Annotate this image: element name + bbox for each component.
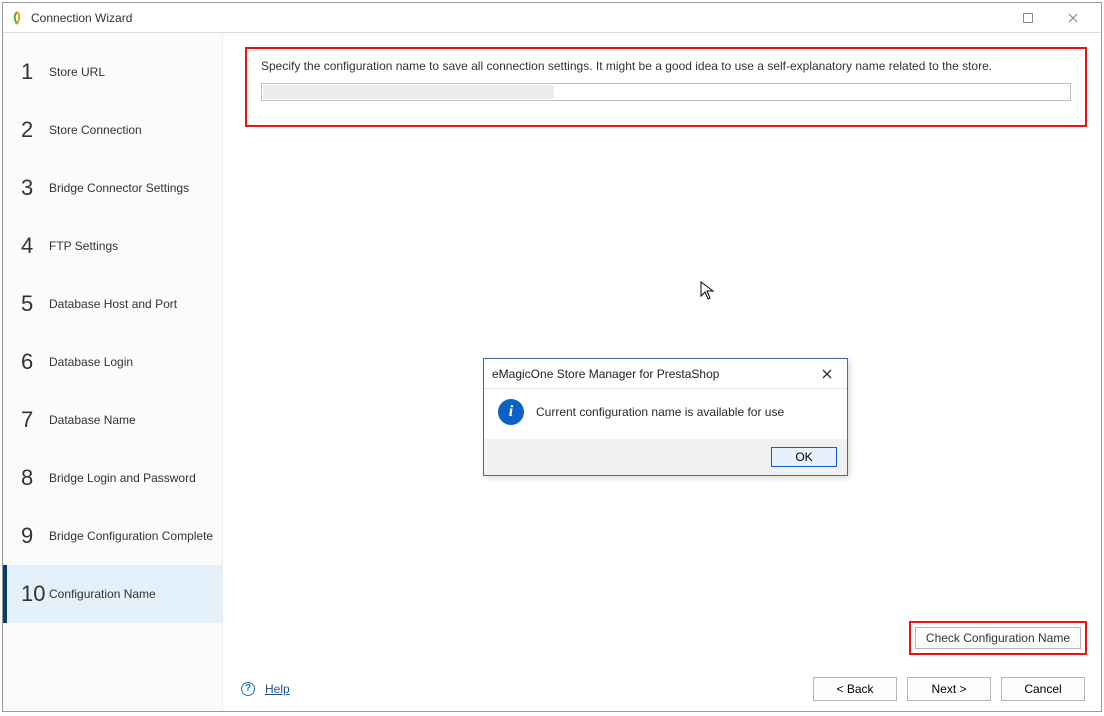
step-label: Configuration Name [49,587,156,601]
step-label: Database Host and Port [49,297,177,311]
configuration-name-input[interactable] [261,83,1071,101]
step-label: Bridge Configuration Complete [49,529,213,543]
maximize-button[interactable] [1005,4,1050,32]
info-dialog: eMagicOne Store Manager for PrestaShop i… [483,358,848,476]
dialog-titlebar: eMagicOne Store Manager for PrestaShop [484,359,847,389]
step-label: Database Login [49,355,133,369]
step-number: 4 [21,233,43,259]
highlight-config-name-area: Specify the configuration name to save a… [245,47,1087,127]
help-link[interactable]: Help [265,682,290,696]
step-label: Bridge Login and Password [49,471,196,485]
wizard-window: Connection Wizard 1 Store URL 2 Store Co… [2,2,1102,712]
step-ftp-settings[interactable]: 4 FTP Settings [3,217,222,275]
step-label: FTP Settings [49,239,118,253]
step-label: Database Name [49,413,136,427]
step-number: 2 [21,117,43,143]
step-bridge-connector-settings[interactable]: 3 Bridge Connector Settings [3,159,222,217]
help-icon: ? [241,682,255,696]
step-label: Store Connection [49,123,142,137]
highlight-check-button: Check Configuration Name [909,621,1087,655]
step-store-url[interactable]: 1 Store URL [3,43,222,101]
step-number: 9 [21,523,43,549]
next-button[interactable]: Next > [907,677,991,701]
cancel-button[interactable]: Cancel [1001,677,1085,701]
step-database-name[interactable]: 7 Database Name [3,391,222,449]
back-button[interactable]: < Back [813,677,897,701]
info-icon: i [498,399,524,425]
step-bridge-config-complete[interactable]: 9 Bridge Configuration Complete [3,507,222,565]
check-configuration-name-button[interactable]: Check Configuration Name [915,627,1081,649]
step-store-connection[interactable]: 2 Store Connection [3,101,222,159]
step-label: Bridge Connector Settings [49,181,189,195]
step-number: 7 [21,407,43,433]
close-button[interactable] [1050,4,1095,32]
dialog-title: eMagicOne Store Manager for PrestaShop [492,367,719,381]
step-number: 3 [21,175,43,201]
step-number: 6 [21,349,43,375]
input-redacted-fill [263,85,554,99]
step-bridge-login-password[interactable]: 8 Bridge Login and Password [3,449,222,507]
step-number: 1 [21,59,43,85]
step-database-host-port[interactable]: 5 Database Host and Port [3,275,222,333]
wizard-steps-sidebar: 1 Store URL 2 Store Connection 3 Bridge … [3,33,223,711]
step-number: 10 [21,581,43,607]
step-number: 8 [21,465,43,491]
step-database-login[interactable]: 6 Database Login [3,333,222,391]
dialog-close-button[interactable] [815,362,839,386]
titlebar: Connection Wizard [3,3,1101,33]
step-label: Store URL [49,65,105,79]
step-configuration-name[interactable]: 10 Configuration Name [3,565,222,623]
wizard-footer: ? Help < Back Next > Cancel [223,667,1101,711]
instruction-text: Specify the configuration name to save a… [261,59,1071,73]
window-title: Connection Wizard [31,11,132,25]
app-icon [9,10,25,26]
dialog-message: Current configuration name is available … [536,405,784,419]
dialog-ok-button[interactable]: OK [771,447,837,467]
step-number: 5 [21,291,43,317]
